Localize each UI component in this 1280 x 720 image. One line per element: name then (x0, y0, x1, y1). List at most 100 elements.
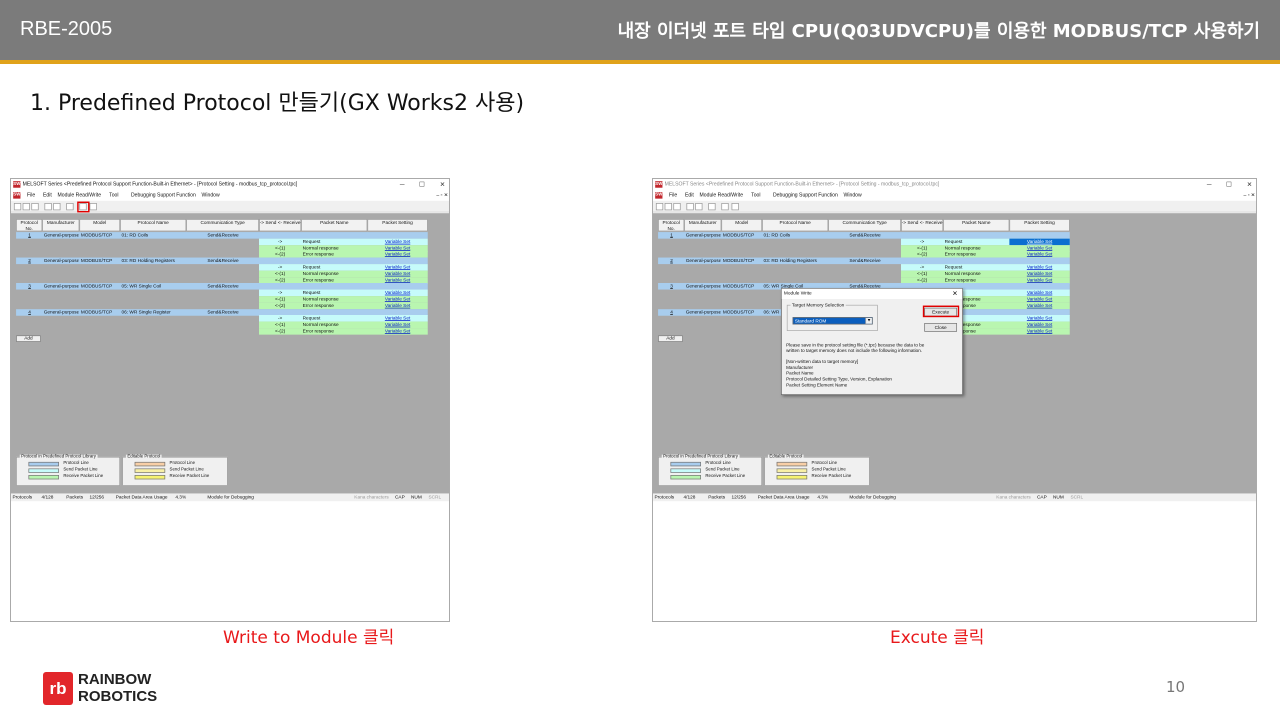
close-button[interactable]: ✕ (440, 180, 445, 188)
status-bar: Protocols 4/128 Packets 12/256 Packet Data A… (11, 493, 449, 502)
add-button[interactable]: Add (16, 335, 41, 342)
dialog-close-icon[interactable]: ✕ (952, 290, 957, 298)
variable-set-link[interactable]: Variable Set (1009, 328, 1069, 335)
legend-swatch (670, 461, 702, 467)
accent-divider (0, 60, 1280, 64)
menu-edit[interactable]: Edit (43, 193, 52, 198)
column-header: Manufacturer (684, 219, 722, 232)
status-protocols-label: Protocols (654, 494, 675, 500)
window-title: MELSOFT Series <Predefined Protocol Supp… (22, 181, 298, 188)
debug-icon[interactable] (89, 203, 97, 211)
legend-label: Receive Packet Line (63, 474, 104, 479)
window-title: MELSOFT Series <Predefined Protocol Supp… (664, 181, 940, 188)
new-file-icon[interactable] (655, 203, 664, 211)
debug-icon[interactable] (731, 203, 739, 211)
close-dialog-button[interactable]: Close (924, 323, 958, 332)
write-to-module-icon[interactable] (721, 203, 729, 211)
legend-swatch (134, 461, 166, 467)
chevron-down-icon[interactable]: ▼ (865, 317, 872, 324)
selected-memory: Standard ROM (794, 318, 827, 324)
editable-legend: Editable Protocol Protocol Line Send Packe… (764, 454, 870, 486)
status-bar: Protocols 4/128 Packets 12/256 Packet Data A… (653, 493, 1256, 502)
melsoft-icon: SW (655, 181, 663, 188)
execute-highlight (922, 305, 960, 318)
add-button[interactable]: Add (658, 335, 683, 342)
legend-swatch (776, 461, 808, 467)
save-icon[interactable] (31, 203, 39, 211)
paste-icon[interactable] (53, 203, 61, 211)
legend-title: Protocol in Predefined Protocol Library (19, 454, 98, 460)
minimize-button[interactable]: ─ (400, 180, 405, 187)
mdi-window-buttons[interactable]: – ▫ ✕ (1243, 192, 1255, 198)
status-area-label: Packet Data Area Usage (115, 494, 168, 500)
mdi-window-buttons[interactable]: – ▫ ✕ (436, 192, 448, 198)
minimize-button[interactable]: ─ (1207, 180, 1212, 187)
menu-file[interactable]: File (669, 193, 677, 198)
library-legend: Protocol in Predefined Protocol Library P… (658, 454, 763, 486)
right-screenshot-window: SW MELSOFT Series <Predefined Protocol Su… (652, 178, 1257, 622)
status-scrl: SCRL (1070, 494, 1084, 500)
read-from-module-icon[interactable] (708, 203, 716, 211)
dialog-text-line: Packet Setting Element Name (786, 382, 848, 388)
open-file-icon[interactable] (664, 203, 672, 211)
menu-debugging-support-function[interactable]: Debugging Support Function (773, 193, 838, 198)
column-header: -> Send <- Receive (259, 219, 302, 232)
legend-label: Protocol Line (63, 461, 89, 466)
column-header: Protocol No. (16, 219, 43, 232)
company-logo: rb RAINBOW ROBOTICS (43, 672, 161, 708)
column-header: Protocol Name (120, 219, 187, 232)
menu-tool[interactable]: Tool (751, 193, 760, 198)
status-area-value: 4.3% (175, 494, 187, 500)
menu-module-read-write[interactable]: Module Read/Write (58, 193, 101, 198)
title-bar: SW MELSOFT Series <Predefined Protocol Su… (653, 179, 1256, 191)
maximize-button[interactable]: ☐ (419, 180, 425, 188)
legend-label: Protocol Line (705, 461, 731, 466)
copy-icon[interactable] (686, 203, 694, 211)
dialog-text-line: written to target memory does not includ… (786, 348, 923, 354)
page-number: 10 (1166, 678, 1186, 696)
status-debug: Module for Debugging (207, 494, 254, 500)
legend-title: Editable Protocol (767, 454, 804, 460)
right-caption: Excute 클릭 (890, 628, 985, 648)
protocol-setting-area: Protocol No. Manufacturer Model Protocol Na… (11, 213, 449, 494)
toolbar (11, 200, 449, 213)
target-memory-select[interactable]: Standard ROM ▼ (792, 317, 873, 325)
doc-code: RBE-2005 (20, 18, 113, 40)
menu-window[interactable]: Window (202, 193, 220, 198)
save-icon[interactable] (673, 203, 681, 211)
legend-label: Receive Packet Line (811, 474, 852, 479)
open-file-icon[interactable] (22, 203, 30, 211)
maximize-button[interactable]: ☐ (1226, 180, 1232, 188)
legend-label: Send Packet Line (169, 467, 204, 473)
copy-icon[interactable] (44, 203, 52, 211)
legend-swatch (134, 475, 166, 480)
menu-window[interactable]: Window (844, 193, 862, 198)
dialog-title: Module Write (783, 291, 812, 297)
close-button[interactable]: ✕ (1247, 180, 1252, 188)
logo-text-line2: ROBOTICS (78, 688, 158, 705)
legend-swatch (670, 468, 702, 473)
menu-edit[interactable]: Edit (685, 193, 694, 198)
melsoft-icon: SW (13, 181, 21, 188)
paste-icon[interactable] (695, 203, 703, 211)
column-header: Protocol No. (658, 219, 685, 232)
menu-tool[interactable]: Tool (109, 193, 118, 198)
new-file-icon[interactable] (13, 203, 22, 211)
menu-file[interactable]: File (27, 193, 35, 198)
library-legend: Protocol in Predefined Protocol Library P… (16, 454, 121, 486)
variable-set-link[interactable]: Variable Set (367, 328, 427, 335)
column-header: Packet Setting (1009, 219, 1070, 232)
slide-header: RBE-2005 내장 이더넷 포트 타입 CPU(Q03UDVCPU)를 이용… (0, 0, 1280, 60)
read-from-module-icon[interactable] (66, 203, 74, 211)
module-write-dialog: Module Write ✕ Target Memory Selection Stan… (781, 288, 963, 396)
target-memory-group: Target Memory Selection Standard ROM ▼ (786, 302, 878, 332)
status-debug: Module for Debugging (849, 494, 896, 500)
status-packets-label: Packets (66, 494, 84, 500)
packet-row[interactable]: <-(2) Error response Variable Set (16, 328, 428, 335)
menu-debugging-support-function[interactable]: Debugging Support Function (131, 193, 196, 198)
left-caption: Write to Module 클릭 (223, 628, 395, 648)
legend-label: Send Packet Line (705, 467, 740, 473)
toolbar (653, 200, 1256, 213)
menu-module-read-write[interactable]: Module Read/Write (700, 193, 743, 198)
status-protocols-label: Protocols (12, 494, 33, 500)
